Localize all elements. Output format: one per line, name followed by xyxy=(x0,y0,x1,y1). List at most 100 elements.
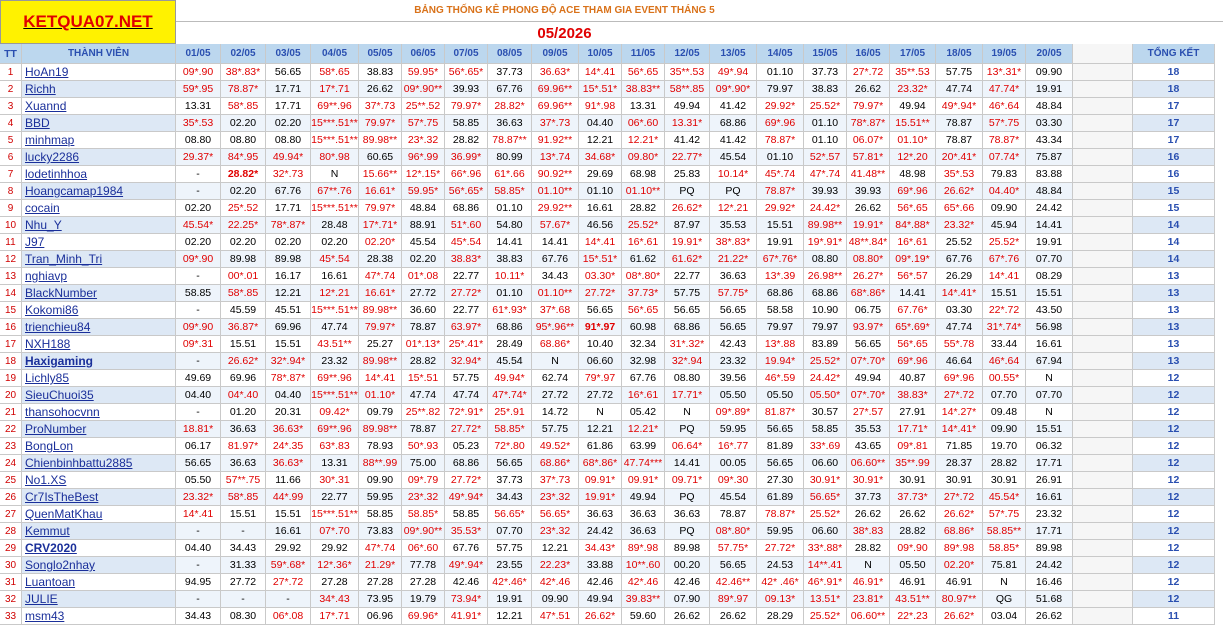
result-cell: 17.71 xyxy=(266,200,311,217)
result-cell: 15.51 xyxy=(266,506,311,523)
member-name-link[interactable]: JULIE xyxy=(22,591,176,608)
member-name-link[interactable]: No1.XS xyxy=(22,472,176,489)
result-cell: 58.85** xyxy=(983,523,1026,540)
site-logo[interactable]: KETQUA07.NET xyxy=(0,0,176,44)
column-header-date: 10/05 xyxy=(579,44,622,64)
total-score: 13 xyxy=(1133,353,1215,370)
member-name-link[interactable]: QuenMatKhau xyxy=(22,506,176,523)
member-name-link[interactable]: SieuChuoi35 xyxy=(22,387,176,404)
result-cell: 24.42* xyxy=(804,200,847,217)
total-score: 11 xyxy=(1133,608,1215,625)
member-name-link[interactable]: thansohocvnn xyxy=(22,404,176,421)
member-name-link[interactable]: nghiavp xyxy=(22,268,176,285)
member-name-link[interactable]: Kemmut xyxy=(22,523,176,540)
result-cell: 46.56 xyxy=(579,217,622,234)
result-cell: 28.82* xyxy=(488,98,532,115)
total-score: 12 xyxy=(1133,370,1215,387)
member-name-link[interactable]: HoAn19 xyxy=(22,64,176,81)
result-cell: 02.20 xyxy=(176,234,221,251)
column-gap xyxy=(1073,455,1133,472)
result-cell: 23.32* xyxy=(890,81,936,98)
result-cell: 06*.60 xyxy=(402,540,445,557)
member-name-link[interactable]: BBD xyxy=(22,115,176,132)
result-cell: 21.29* xyxy=(359,557,402,574)
result-cell: 69.96 xyxy=(221,370,266,387)
site-name[interactable]: KETQUA07.NET xyxy=(23,12,152,32)
member-name-link[interactable]: Cr7IsTheBest xyxy=(22,489,176,506)
result-cell: 36.63* xyxy=(532,64,579,81)
row-number: 28 xyxy=(0,523,22,540)
result-cell: 01*.08 xyxy=(402,268,445,285)
member-name-link[interactable]: Luantoan xyxy=(22,574,176,591)
result-cell: 68.86 xyxy=(710,115,757,132)
result-cell: 35.53* xyxy=(445,523,488,540)
member-name-link[interactable]: CRV2020 xyxy=(22,540,176,557)
result-cell: 16.17 xyxy=(266,268,311,285)
member-name-link[interactable]: lodetinhhoa xyxy=(22,166,176,183)
result-cell: 59*.68* xyxy=(266,557,311,574)
member-name-link[interactable]: J97 xyxy=(22,234,176,251)
member-name-link[interactable]: msm43 xyxy=(22,608,176,625)
column-gap xyxy=(1073,421,1133,438)
row-number: 3 xyxy=(0,98,22,115)
result-cell: 03.30 xyxy=(1026,115,1073,132)
result-cell: 79.97* xyxy=(445,98,488,115)
result-cell: 02.20 xyxy=(266,115,311,132)
member-name-link[interactable]: BlackNumber xyxy=(22,285,176,302)
result-cell: 32.34 xyxy=(622,336,665,353)
member-name-link[interactable]: minhmap xyxy=(22,132,176,149)
result-cell: 46*.64 xyxy=(983,98,1026,115)
member-name-link[interactable]: cocain xyxy=(22,200,176,217)
member-name-link[interactable]: Richh xyxy=(22,81,176,98)
result-cell: 30.91 xyxy=(890,472,936,489)
result-cell: 00.05 xyxy=(710,455,757,472)
row-number: 26 xyxy=(0,489,22,506)
result-cell: 35.53 xyxy=(710,217,757,234)
result-cell: 07.70 xyxy=(488,523,532,540)
column-gap xyxy=(1073,387,1133,404)
result-cell: 89.98 xyxy=(1026,540,1073,557)
result-cell: 07.74* xyxy=(983,149,1026,166)
member-name-link[interactable]: trienchieu84 xyxy=(22,319,176,336)
result-cell: - xyxy=(176,166,221,183)
member-name-link[interactable]: lucky2286 xyxy=(22,149,176,166)
member-name-link[interactable]: NXH188 xyxy=(22,336,176,353)
member-name-link[interactable]: Xuannd xyxy=(22,98,176,115)
result-cell: 25*.52 xyxy=(221,200,266,217)
total-score: 18 xyxy=(1133,64,1215,81)
result-cell: 26.62 xyxy=(359,81,402,98)
result-cell: 56.65 xyxy=(847,336,890,353)
result-cell: 34.43 xyxy=(176,608,221,625)
result-cell: N xyxy=(665,404,710,421)
member-name-link[interactable]: ProNumber xyxy=(22,421,176,438)
member-name-link[interactable]: Tran_Minh_Tri xyxy=(22,251,176,268)
result-cell: 26.62 xyxy=(710,608,757,625)
result-cell: - xyxy=(176,523,221,540)
row-number: 21 xyxy=(0,404,22,421)
member-name-link[interactable]: Lichly85 xyxy=(22,370,176,387)
member-name-link[interactable]: Songlo2nhay xyxy=(22,557,176,574)
result-cell: 45.54 xyxy=(710,489,757,506)
result-cell: 12*.21 xyxy=(311,285,359,302)
result-cell: 47*.74 xyxy=(804,166,847,183)
result-cell: N xyxy=(579,404,622,421)
member-name-link[interactable]: BongLon xyxy=(22,438,176,455)
member-name-link[interactable]: Chienbinhbattu2885 xyxy=(22,455,176,472)
result-cell: 01.10 xyxy=(488,285,532,302)
column-gap xyxy=(1073,251,1133,268)
result-cell: 42.46** xyxy=(710,574,757,591)
member-name-link[interactable]: Hoangcamap1984 xyxy=(22,183,176,200)
result-cell: 69*.96 xyxy=(890,353,936,370)
result-cell: 09.71* xyxy=(665,472,710,489)
result-cell: 08.80 xyxy=(665,370,710,387)
result-cell: 14.41 xyxy=(1026,217,1073,234)
result-cell: 31.33 xyxy=(221,557,266,574)
result-cell: - xyxy=(176,557,221,574)
member-name-link[interactable]: Kokomi86 xyxy=(22,302,176,319)
result-cell: 56.65 xyxy=(176,455,221,472)
member-name-link[interactable]: Nhu_Y xyxy=(22,217,176,234)
total-score: 13 xyxy=(1133,268,1215,285)
result-cell: 33*.88* xyxy=(804,540,847,557)
member-name-link[interactable]: Haxigaming xyxy=(22,353,176,370)
result-cell: 36.63 xyxy=(579,506,622,523)
